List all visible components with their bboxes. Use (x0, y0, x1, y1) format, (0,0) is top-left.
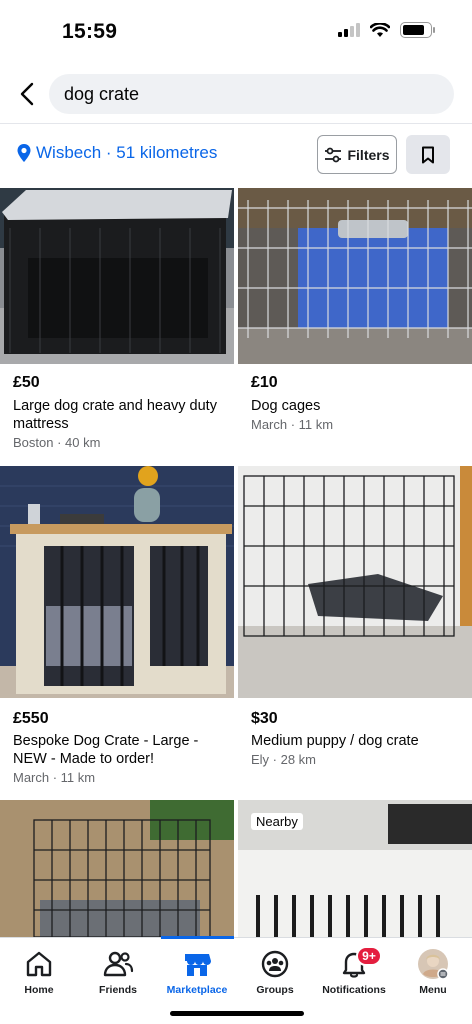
outdoor-dog-crate-photo (0, 800, 234, 937)
listing-card[interactable]: £550 Bespoke Dog Crate - Large - NEW - M… (0, 466, 234, 786)
filters-button[interactable]: Filters (317, 135, 397, 174)
listing-card[interactable]: £50 Large dog crate and heavy duty mattr… (0, 188, 234, 458)
cellular-signal-icon (338, 23, 360, 37)
notification-count-badge: 9+ (356, 946, 382, 966)
listing-title: Bespoke Dog Crate - Large - NEW - Made t… (13, 733, 199, 767)
location-link[interactable]: Wisbech · 51 kilometres (16, 143, 217, 163)
marketplace-icon (185, 954, 211, 976)
nav-label: Friends (99, 984, 137, 996)
header-divider (0, 123, 472, 124)
nav-label: Marketplace (166, 984, 228, 996)
nav-item-groups[interactable]: Groups (236, 938, 314, 1006)
listing-card[interactable] (0, 800, 234, 937)
search-input[interactable] (49, 74, 454, 114)
nav-label: Groups (256, 984, 294, 996)
nearby-badge: Nearby (251, 813, 303, 830)
listing-title: Dog cages (251, 398, 321, 414)
dog-cage-photo (238, 188, 472, 364)
location-pin-icon (17, 144, 31, 162)
home-indicator (170, 1011, 304, 1016)
location-label: Wisbech · 51 kilometres (36, 143, 218, 162)
avatar (418, 949, 449, 980)
listing-title: Medium puppy / dog crate (251, 733, 419, 749)
home-icon (26, 951, 52, 977)
listing-photo[interactable] (0, 466, 234, 698)
nav-label: Notifications (322, 984, 386, 996)
chevron-left-icon (20, 82, 34, 106)
nav-item-friends[interactable]: Friends (79, 938, 157, 1006)
status-time: 15:59 (62, 20, 118, 43)
save-search-button[interactable] (406, 135, 450, 174)
listing-photo[interactable]: Nearby (238, 800, 472, 937)
nav-item-marketplace[interactable]: Marketplace (158, 938, 236, 1006)
listing-price: £10 (251, 374, 278, 391)
listing-title: Large dog crate and heavy duty mattress (13, 398, 217, 432)
back-button[interactable] (12, 76, 42, 112)
status-bar: 15:59 (0, 0, 472, 64)
listing-price: £50 (13, 374, 40, 391)
nav-label: Home (24, 984, 54, 996)
listing-photo[interactable] (0, 188, 234, 364)
listing-location: March · 11 km (251, 417, 334, 432)
battery-icon (400, 22, 435, 38)
listing-location: March · 11 km (13, 770, 96, 785)
listing-price: $30 (251, 710, 278, 727)
listing-photo[interactable] (238, 188, 472, 364)
listing-photo[interactable] (238, 466, 472, 698)
nav-item-menu[interactable]: Menu (394, 938, 472, 1006)
nav-item-home[interactable]: Home (0, 938, 78, 1006)
listing-card[interactable]: £10 Dog cages March · 11 km (238, 188, 472, 458)
listing-card[interactable]: $30 Medium puppy / dog crate Ely · 28 km (238, 466, 472, 786)
listing-location: Ely · 28 km (251, 752, 317, 767)
listing-card[interactable]: Nearby (238, 800, 472, 937)
dog-crate-photo (0, 188, 234, 364)
sliders-icon (325, 147, 342, 162)
nav-item-notifications[interactable]: Notifications (315, 938, 393, 1006)
search-bar[interactable] (49, 74, 454, 114)
listing-location: Boston · 40 km (13, 435, 101, 450)
filters-label: Filters (347, 146, 390, 163)
wire-dog-crate-photo (238, 466, 472, 698)
groups-icon (261, 950, 289, 978)
nav-label: Menu (419, 984, 447, 996)
listing-price: £550 (13, 710, 49, 727)
status-icons (338, 22, 435, 38)
listing-photo[interactable] (0, 800, 234, 937)
friends-icon (103, 951, 134, 977)
wooden-dog-crate-photo (0, 466, 234, 698)
bookmark-icon (422, 146, 434, 163)
wifi-icon (370, 22, 390, 37)
